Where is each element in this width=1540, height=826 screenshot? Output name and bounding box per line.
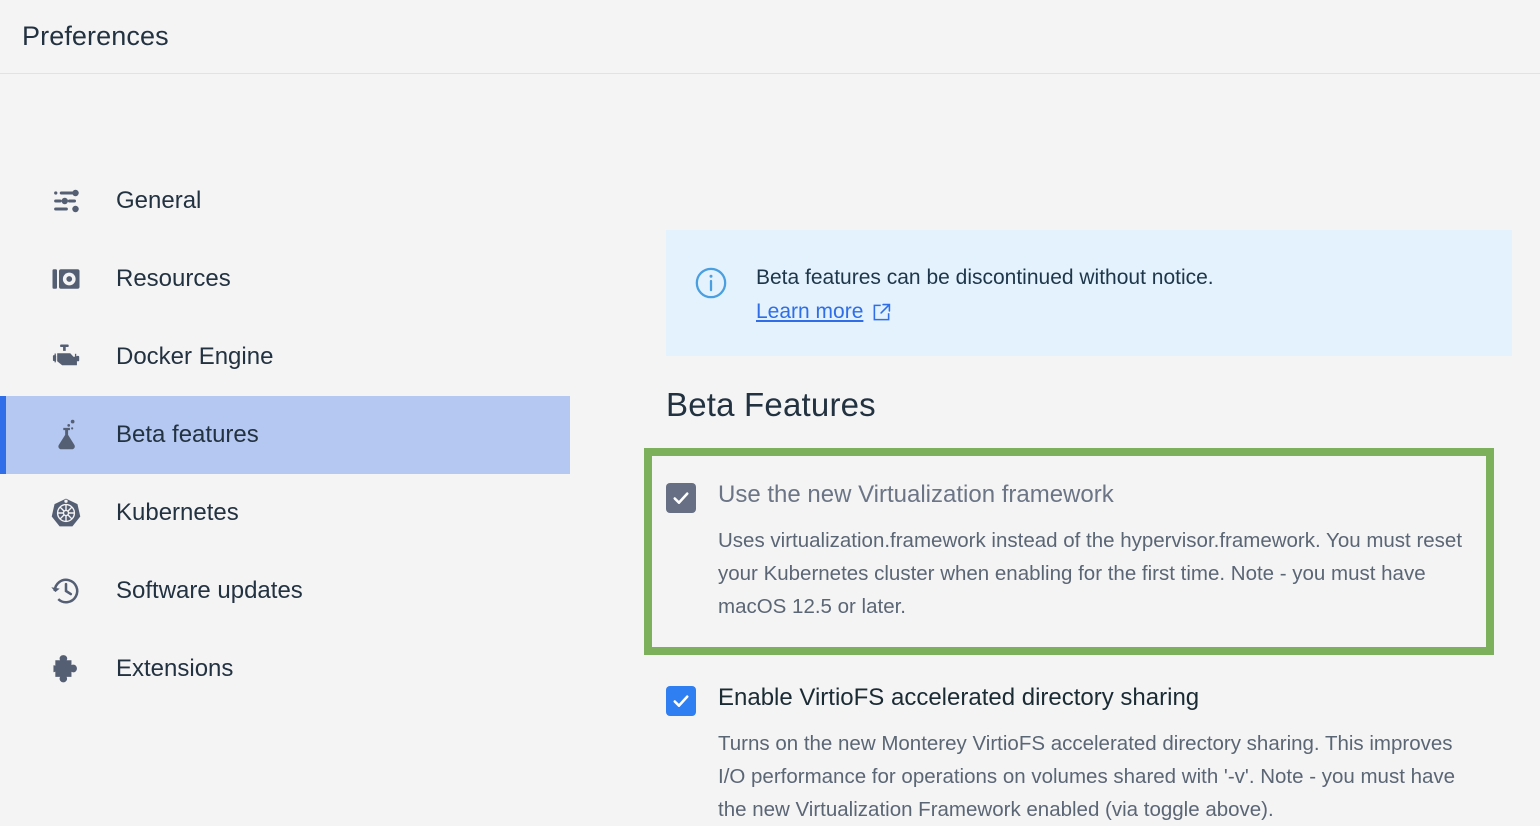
- sidebar-item-general[interactable]: General: [0, 162, 570, 240]
- sidebar-item-label: General: [116, 187, 201, 215]
- sidebar-item-resources[interactable]: Resources: [0, 240, 570, 318]
- sidebar-item-docker-engine[interactable]: Docker Engine: [0, 318, 570, 396]
- external-link-icon[interactable]: [872, 303, 891, 322]
- history-clock-icon: [44, 575, 88, 607]
- sidebar-item-label: Beta features: [116, 421, 259, 449]
- feature-label: Enable VirtioFS accelerated directory sh…: [718, 683, 1472, 713]
- beta-features-panel: Beta features can be discontinued withou…: [640, 74, 1540, 820]
- sliders-icon: [44, 186, 88, 216]
- virtiofs-directory-sharing-checkbox[interactable]: [666, 686, 696, 716]
- flask-icon: [44, 419, 88, 451]
- feature-label: Use the new Virtualization framework: [718, 480, 1464, 510]
- feature-body: Use the new Virtualization framework Use…: [718, 480, 1464, 623]
- engine-icon: [44, 341, 88, 373]
- beta-info-banner: Beta features can be discontinued withou…: [666, 230, 1512, 356]
- settings-sidebar: General Resources: [0, 74, 640, 820]
- page-title: Preferences: [22, 21, 169, 52]
- learn-more-link[interactable]: Learn more: [756, 300, 863, 324]
- banner-message: Beta features can be discontinued withou…: [756, 264, 1214, 292]
- puzzle-piece-icon: [44, 653, 88, 685]
- sidebar-item-label: Kubernetes: [116, 499, 239, 527]
- disk-stack-icon: [44, 264, 88, 294]
- feature-row-virtualization-framework[interactable]: Use the new Virtualization framework Use…: [652, 456, 1486, 647]
- feature-body: Enable VirtioFS accelerated directory sh…: [718, 683, 1472, 826]
- highlighted-feature-box: Use the new Virtualization framework Use…: [644, 448, 1494, 655]
- sidebar-item-label: Software updates: [116, 577, 303, 605]
- sidebar-item-beta-features[interactable]: Beta features: [0, 396, 570, 474]
- sidebar-item-extensions[interactable]: Extensions: [0, 630, 570, 708]
- banner-text-wrap: Beta features can be discontinued withou…: [756, 264, 1214, 324]
- feature-description: Uses virtualization.framework instead of…: [718, 524, 1464, 623]
- sidebar-item-software-updates[interactable]: Software updates: [0, 552, 570, 630]
- sidebar-item-label: Extensions: [116, 655, 233, 683]
- feature-row-virtiofs-directory-sharing[interactable]: Enable VirtioFS accelerated directory sh…: [666, 683, 1472, 826]
- kubernetes-helm-icon: [44, 497, 88, 529]
- virtualization-framework-checkbox[interactable]: [666, 483, 696, 513]
- section-heading: Beta Features: [666, 386, 1512, 424]
- learn-more-row[interactable]: Learn more: [756, 300, 1214, 324]
- window-titlebar: Preferences: [0, 0, 1540, 74]
- sidebar-item-label: Resources: [116, 265, 231, 293]
- sidebar-item-kubernetes[interactable]: Kubernetes: [0, 474, 570, 552]
- sidebar-item-label: Docker Engine: [116, 343, 273, 371]
- feature-description: Turns on the new Monterey VirtioFS accel…: [718, 727, 1472, 826]
- info-circle-icon: [694, 266, 728, 300]
- preferences-content: General Resources: [0, 74, 1540, 820]
